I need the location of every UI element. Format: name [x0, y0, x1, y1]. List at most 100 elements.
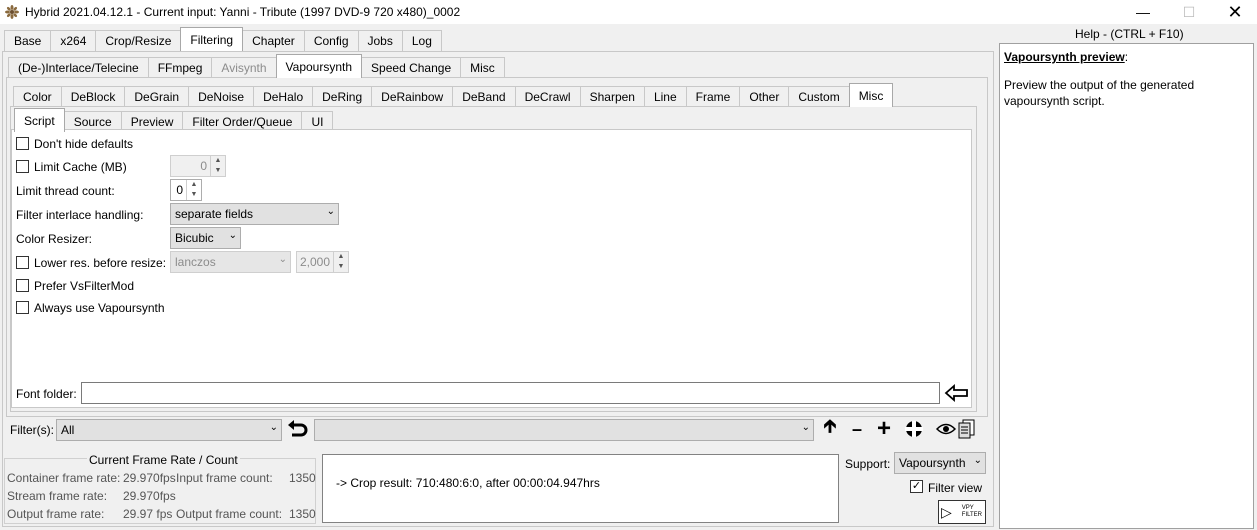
chevron-down-icon: ⌄ — [973, 455, 982, 466]
move-up-icon[interactable]: 🡱 — [820, 416, 840, 439]
filter-tab-color[interactable]: Color — [13, 86, 62, 107]
undo-icon[interactable] — [287, 419, 309, 439]
app-logo-icon — [5, 5, 19, 19]
limit-cache-value: 0 — [200, 159, 207, 173]
main-tab-base[interactable]: Base — [4, 30, 52, 51]
limit-cache-checkbox[interactable] — [16, 160, 29, 173]
dont-hide-defaults-label: Don't hide defaults — [34, 137, 134, 151]
filter-tab-sharpen[interactable]: Sharpen — [579, 86, 645, 107]
help-title-row: Vapoursynth preview: — [1004, 50, 1128, 64]
sub-tab-ffmpeg[interactable]: FFmpeg — [147, 57, 213, 78]
filter-tab-frame[interactable]: Frame — [685, 86, 741, 107]
chevron-down-icon: ⌄ — [326, 206, 335, 217]
input-count-label: Input frame count: — [176, 471, 273, 485]
sub-tab-speed-change[interactable]: Speed Change — [361, 57, 462, 78]
color-resizer-select[interactable]: Bicubic ⌄ — [170, 227, 241, 249]
output-count-label: Output frame count: — [176, 507, 283, 521]
filters-select[interactable]: All ⌄ — [56, 419, 282, 441]
chevron-down-icon: ⌄ — [228, 230, 237, 241]
filter-tab-denoise[interactable]: DeNoise — [188, 86, 255, 107]
lower-res-spinbox[interactable]: 2,000 ▲ ▼ — [296, 251, 349, 273]
filters-value: All — [61, 423, 75, 437]
filter-tab-decrawl[interactable]: DeCrawl — [514, 86, 581, 107]
minimize-icon: — — [1136, 4, 1150, 20]
container-rate-value: 29.970fps — [123, 471, 176, 485]
remove-icon[interactable]: – — [847, 419, 867, 439]
help-title-suffix: : — [1124, 50, 1129, 64]
help-header: Help - (CTRL + F10) — [1075, 27, 1184, 41]
main-tab-x264[interactable]: x264 — [50, 30, 97, 51]
stream-rate-value: 29.970fps — [123, 489, 176, 503]
dont-hide-defaults-checkbox[interactable] — [16, 137, 29, 150]
misc-tab-script[interactable]: Script — [14, 108, 65, 132]
main-tab-jobs[interactable]: Jobs — [357, 30, 403, 51]
sub-tab-misc[interactable]: Misc — [460, 57, 505, 78]
always-vapoursynth-checkbox[interactable] — [16, 301, 29, 314]
arrow-left-icon[interactable] — [944, 384, 969, 402]
preview-eye-icon[interactable] — [936, 422, 956, 436]
support-label: Support: — [845, 457, 891, 471]
output-rate-label: Output frame rate: — [7, 507, 105, 521]
support-select[interactable]: Vapoursynth ⌄ — [894, 452, 986, 474]
lower-res-checkbox[interactable] — [16, 256, 29, 269]
filter-view-checkbox[interactable]: ✓ — [910, 480, 923, 493]
log-box: -> Crop result: 710:480:6:0, after 00:00… — [322, 454, 839, 523]
filter-tab-deblock[interactable]: DeBlock — [60, 86, 126, 107]
container-rate-label: Container frame rate: — [7, 471, 121, 485]
input-count-value: 1350 — [289, 471, 316, 485]
main-tab-filtering[interactable]: Filtering — [180, 27, 244, 51]
filter-tab-dering[interactable]: DeRing — [312, 86, 373, 107]
main-tab-config[interactable]: Config — [303, 30, 359, 51]
interlace-handling-label: Filter interlace handling: — [16, 208, 144, 222]
filter-tab-line[interactable]: Line — [643, 86, 687, 107]
font-folder-label: Font folder: — [16, 387, 77, 401]
filter-tab-dehalo[interactable]: DeHalo — [253, 86, 314, 107]
maximize-icon: ☐ — [1182, 3, 1196, 20]
lower-res-label: Lower res. before resize: — [34, 256, 167, 270]
title-bar: Hybrid 2021.04.12.1 - Current input: Yan… — [0, 0, 1257, 24]
main-tab-crop-resize[interactable]: Crop/Resize — [95, 30, 182, 51]
limit-cache-label: Limit Cache (MB) — [34, 160, 127, 174]
color-resizer-label: Color Resizer: — [16, 232, 93, 246]
minimize-button[interactable]: — — [1120, 0, 1166, 24]
color-resizer-value: Bicubic — [175, 231, 214, 245]
interlace-handling-select[interactable]: separate fields ⌄ — [170, 203, 339, 225]
interlace-handling-value: separate fields — [175, 207, 254, 221]
filter-tab-derainbow[interactable]: DeRainbow — [371, 86, 454, 107]
log-message: -> Crop result: 710:480:6:0, after 00:00… — [336, 476, 600, 490]
copy-pages-icon[interactable] — [958, 419, 975, 439]
filter-tab-misc[interactable]: Misc — [848, 83, 894, 107]
maximize-button[interactable]: ☐ — [1166, 0, 1212, 24]
vpy-badge-text: VPY FILTER — [961, 505, 983, 518]
filter-tab-bar: Color DeBlock DeGrain DeNoise DeHalo DeRing De… — [13, 83, 894, 107]
window-title: Hybrid 2021.04.12.1 - Current input: Yan… — [25, 5, 461, 19]
limit-cache-spinbox[interactable]: 0 ▲ ▼ — [170, 155, 226, 177]
sub-tab-vapoursynth[interactable]: Vapoursynth — [275, 54, 363, 78]
font-folder-input[interactable] — [81, 382, 940, 404]
output-count-value: 1350 — [289, 507, 316, 521]
limit-thread-spinbox[interactable]: 0 ▲ ▼ — [170, 179, 202, 201]
sub-tab-bar: (De-)Interlace/Telecine FFmpeg Avisynth Vap… — [8, 54, 505, 78]
filter-tab-other[interactable]: Other — [739, 86, 790, 107]
filter-tab-custom[interactable]: Custom — [788, 86, 850, 107]
spin-arrows-icon: ▲ ▼ — [186, 180, 201, 200]
close-icon: ✕ — [1227, 1, 1243, 22]
sub-tab-de-interlace-telecine[interactable]: (De-)Interlace/Telecine — [8, 57, 149, 78]
merge-icon[interactable] — [903, 419, 925, 439]
add-icon[interactable]: + — [874, 415, 894, 442]
filter-tab-degrain[interactable]: DeGrain — [124, 86, 190, 107]
main-tab-chapter[interactable]: Chapter — [242, 30, 305, 51]
help-title: Vapoursynth preview — [1004, 50, 1125, 64]
prefer-vsfiltermod-checkbox[interactable] — [16, 279, 29, 292]
main-tab-log[interactable]: Log — [401, 30, 442, 51]
stream-rate-label: Stream frame rate: — [7, 489, 108, 503]
lower-res-select[interactable]: lanczos ⌄ — [170, 251, 291, 273]
vpy-filter-badge[interactable]: ▷ VPY FILTER — [938, 500, 986, 524]
chevron-down-icon: ⌄ — [278, 254, 287, 265]
frame-info-title: Current Frame Rate / Count — [87, 453, 240, 467]
sub-tab-avisynth[interactable]: Avisynth — [211, 57, 277, 78]
limit-thread-value: 0 — [176, 183, 183, 197]
close-button[interactable]: ✕ — [1212, 0, 1257, 24]
filter-tab-deband[interactable]: DeBand — [452, 86, 516, 107]
filter-detail-select[interactable]: ⌄ — [314, 419, 814, 441]
